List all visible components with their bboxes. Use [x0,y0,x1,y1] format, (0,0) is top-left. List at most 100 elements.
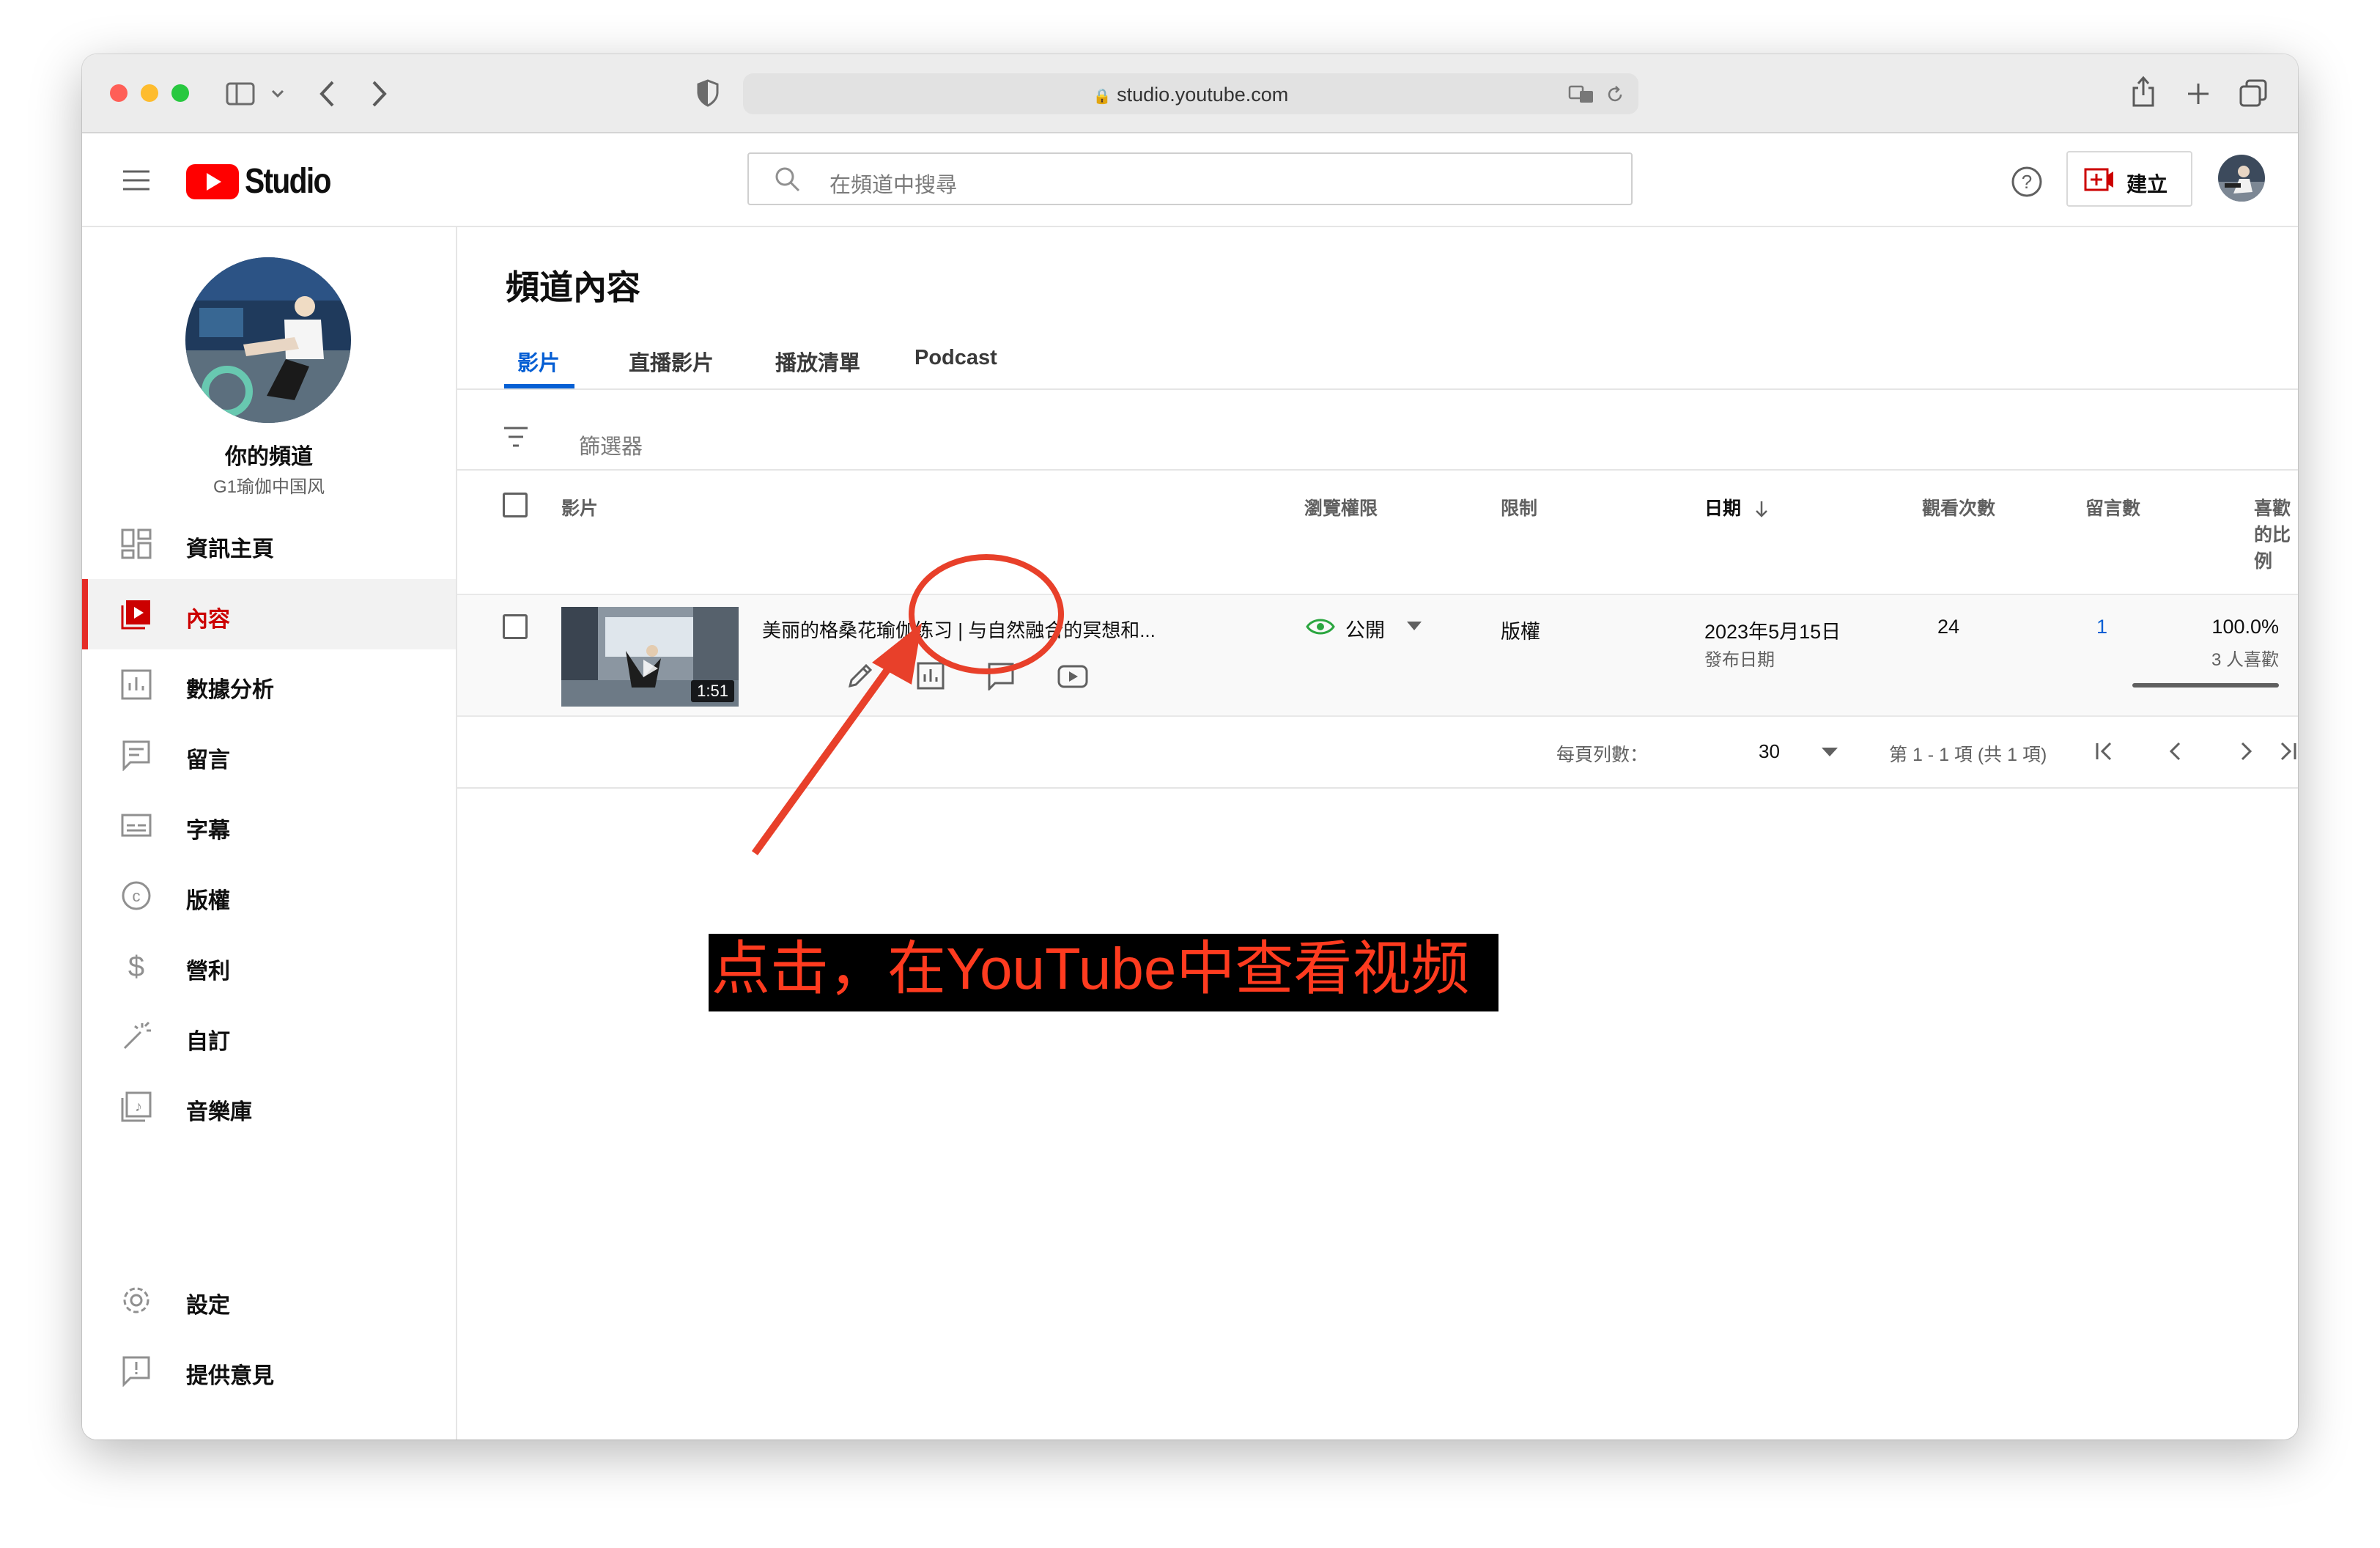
row-checkbox[interactable] [503,614,528,639]
lock-icon: 🔒 [1093,89,1112,105]
sidebar-item-label: 音樂庫 [186,1100,252,1124]
sidebar-item-label: 設定 [186,1294,230,1318]
share-icon[interactable] [2131,75,2156,108]
search-box[interactable]: 在頻道中搜尋 [747,152,1633,205]
next-page-icon[interactable] [2233,739,2258,764]
dropdown-arrow-icon [1407,622,1422,630]
last-page-icon[interactable] [2274,739,2298,764]
sidebar-item-label: 自訂 [186,1030,230,1054]
likes-note: 3 人喜歡 [2211,650,2279,670]
sidebar-toggle-icon[interactable] [226,82,255,106]
sidebar-item-feedback[interactable]: 提供意見 [82,1335,456,1406]
earn-icon: $ [128,951,144,982]
search-placeholder: 在頻道中搜尋 [829,174,958,197]
privacy-shield-icon[interactable] [696,79,720,107]
translate-icon[interactable] [1568,85,1594,104]
analytics-icon [121,669,152,700]
create-video-icon [2084,168,2113,191]
customize-icon [123,1021,151,1050]
zoom-window-button[interactable] [171,84,189,102]
main-content: 頻道內容 影片 直播影片 播放清單 Podcast 篩選器 影片 瀏覽權限 限制… [457,227,2298,1440]
video-thumbnail[interactable]: 1:51 [561,607,739,707]
content-icon [121,600,150,630]
audio-library-icon: ♪ [121,1091,152,1122]
rows-per-page-label: 每頁列數： [1556,745,1649,765]
url-text: 🔒 studio.youtube.com [1093,84,1289,106]
select-all-checkbox[interactable] [503,493,528,517]
channel-avatar[interactable] [185,257,352,424]
first-page-icon[interactable] [2093,739,2118,764]
back-icon[interactable] [318,79,336,108]
sidebar-item-analytics[interactable]: 數據分析 [82,649,456,720]
column-likes: 喜歡的比例 [2254,498,2291,572]
sidebar-item-label: 內容 [186,608,230,632]
sidebar-item-dashboard[interactable]: 資訊主頁 [82,509,456,579]
visibility-value: 公開 [1345,619,1385,641]
previous-page-icon[interactable] [2163,739,2188,764]
date-note: 發布日期 [1704,650,1775,670]
close-window-button[interactable] [110,84,128,102]
search-icon [775,167,800,192]
column-date-label: 日期 [1704,498,1742,519]
table-row[interactable]: 1:51 美丽的格桑花瑜伽练习 | 与自然融合的冥想和... 公開 版權 202… [457,594,2298,717]
tab-overview-icon[interactable] [2239,79,2267,107]
pagination-divider [457,787,2298,789]
rows-per-page-value: 30 [1759,740,1780,762]
sidebar-item-settings[interactable]: 設定 [82,1265,456,1335]
comments-value[interactable]: 1 [2049,616,2107,638]
menu-icon[interactable] [122,169,151,192]
new-tab-icon[interactable] [2187,82,2210,106]
sidebar-item-comments[interactable]: 留言 [82,720,456,790]
studio-header: Studio 在頻道中搜尋 ? 建立 [82,133,2298,227]
tab-playlists[interactable]: 播放清單 [775,346,860,377]
tab-live[interactable]: 直播影片 [629,346,714,377]
tab-videos[interactable]: 影片 [517,346,560,377]
sidebar-item-earn[interactable]: $ 營利 [82,931,456,1001]
visibility-eye-icon [1306,619,1335,635]
filter-divider [457,469,2298,471]
sidebar-item-copyright[interactable]: c 版權 [82,860,456,931]
sidebar-item-content[interactable]: 內容 [82,579,456,649]
subtitles-icon [121,814,152,837]
sidebar-item-customize[interactable]: 自訂 [82,1001,456,1072]
sidebar-item-audio-library[interactable]: ♪ 音樂庫 [82,1072,456,1142]
page-title: 頻道內容 [506,268,640,306]
reload-icon[interactable] [1605,84,1625,105]
create-button[interactable]: 建立 [2066,151,2192,207]
copyright-icon: c [122,881,151,910]
column-date[interactable]: 日期 [1704,494,1770,520]
svg-text:?: ? [2022,171,2032,193]
restriction-value[interactable]: 版權 [1501,616,1540,644]
sidebar-item-label: 版權 [186,889,230,913]
sort-arrow-down-icon [1756,501,1767,518]
forward-icon[interactable] [371,79,388,108]
feedback-icon [122,1356,150,1387]
youtube-studio-logo[interactable]: Studio [186,161,340,202]
address-bar[interactable]: 🔒 studio.youtube.com [743,73,1638,114]
sidebar-item-label: 數據分析 [186,678,274,702]
chevron-down-icon[interactable] [271,89,284,98]
analytics-icon[interactable] [916,661,945,690]
sidebar-item-subtitles[interactable]: 字幕 [82,790,456,860]
filter-input[interactable]: 篩選器 [579,430,643,460]
sidebar-item-label: 字幕 [186,819,230,843]
svg-text:c: c [133,887,141,905]
help-icon[interactable]: ? [2011,166,2043,198]
sidebar-item-label: 資訊主頁 [186,537,274,561]
comments-icon[interactable] [986,661,1016,690]
minimize-window-button[interactable] [141,84,158,102]
annotation-caption: 点击，在YouTube中查看视频 [712,936,1470,1001]
view-on-youtube-icon[interactable] [1057,664,1089,689]
sidebar-item-label: 提供意見 [186,1364,274,1388]
edit-details-icon[interactable] [846,661,875,690]
tab-podcast[interactable]: Podcast [914,346,997,370]
svg-text:$: $ [128,951,144,982]
filter-icon[interactable] [503,425,529,449]
rows-per-page-select[interactable]: 30 [1748,736,1851,765]
account-avatar[interactable] [2217,154,2266,202]
column-views: 觀看次數 [1922,498,1996,519]
views-value: 24 [1937,616,1959,638]
video-title[interactable]: 美丽的格桑花瑜伽练习 | 与自然融合的冥想和... [762,616,1156,643]
dashboard-icon [121,528,152,559]
visibility-select[interactable]: 公開 [1345,614,1426,641]
